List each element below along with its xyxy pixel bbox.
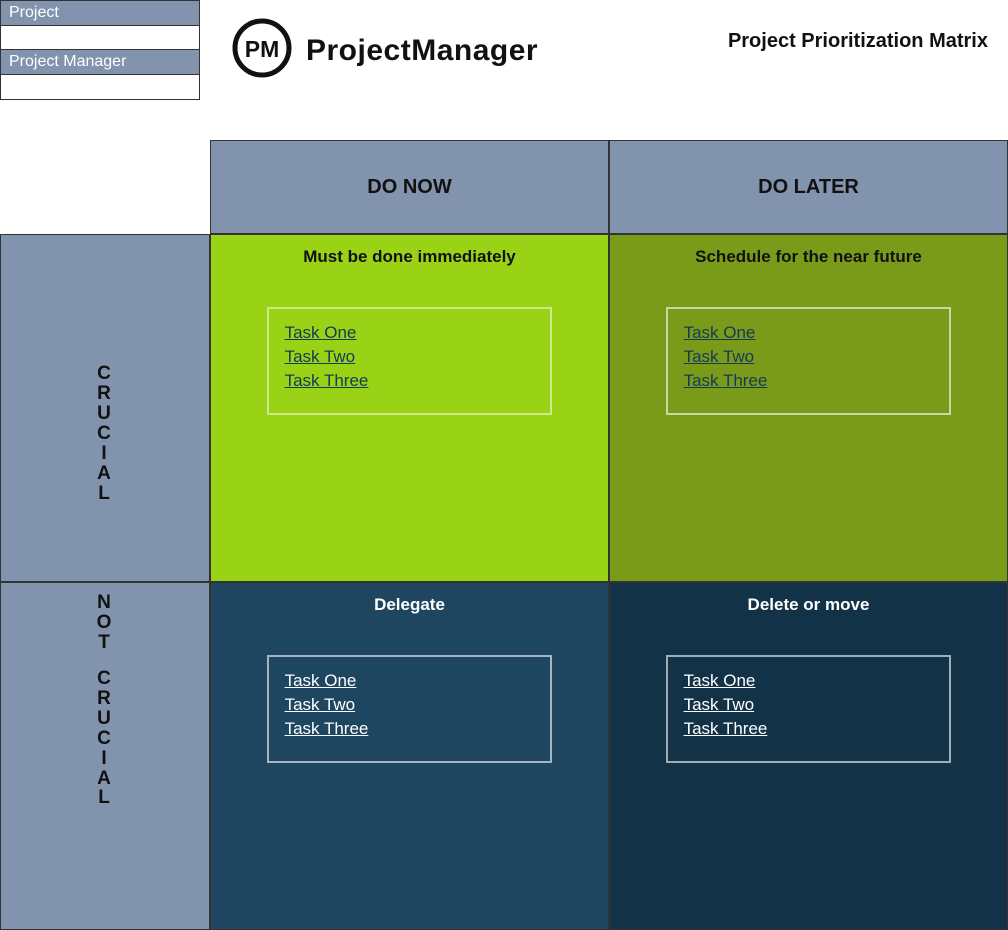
quadrant-do-later-not-crucial: Delete or move Task One Task Two Task Th…	[609, 582, 1008, 930]
column-header-do-later: DO LATER	[609, 140, 1008, 234]
quadrant-do-now-crucial: Must be done immediately Task One Task T…	[210, 234, 609, 582]
task-box: Task One Task Two Task Three	[267, 655, 553, 763]
quadrant-label: Schedule for the near future	[695, 247, 922, 267]
task-link[interactable]: Task One	[285, 671, 535, 691]
task-link[interactable]: Task Three	[684, 371, 934, 391]
brand-logo-icon: PM	[232, 18, 292, 83]
brand-name: ProjectManager	[306, 34, 538, 68]
task-link[interactable]: Task Three	[684, 719, 934, 739]
project-value-field[interactable]	[1, 26, 199, 50]
row-header-crucial: CRUCIAL	[0, 234, 210, 582]
task-link[interactable]: Task One	[684, 323, 934, 343]
task-link[interactable]: Task Three	[285, 719, 535, 739]
manager-value-field[interactable]	[1, 75, 199, 99]
task-box: Task One Task Two Task Three	[666, 307, 952, 415]
task-box: Task One Task Two Task Three	[267, 307, 553, 415]
quadrant-label: Must be done immediately	[303, 247, 516, 267]
task-link[interactable]: Task One	[285, 323, 535, 343]
task-link[interactable]: Task Two	[285, 347, 535, 367]
task-box: Task One Task Two Task Three	[666, 655, 952, 763]
column-header-do-now: DO NOW	[210, 140, 609, 234]
task-link[interactable]: Task Two	[684, 347, 934, 367]
info-box: Project Project Manager	[0, 0, 200, 100]
manager-label: Project Manager	[1, 50, 199, 75]
task-link[interactable]: Task One	[684, 671, 934, 691]
brand: PM ProjectManager	[232, 18, 538, 83]
quadrant-do-later-crucial: Schedule for the near future Task One Ta…	[609, 234, 1008, 582]
row-header-not-crucial: NOT CRUCIAL	[0, 582, 210, 930]
project-label: Project	[1, 1, 199, 26]
page-title: Project Prioritization Matrix	[728, 30, 988, 53]
quadrant-label: Delegate	[374, 595, 445, 615]
task-link[interactable]: Task Two	[285, 695, 535, 715]
quadrant-do-now-not-crucial: Delegate Task One Task Two Task Three	[210, 582, 609, 930]
quadrant-label: Delete or move	[748, 595, 870, 615]
task-link[interactable]: Task Three	[285, 371, 535, 391]
task-link[interactable]: Task Two	[684, 695, 934, 715]
blank-corner	[0, 140, 210, 234]
svg-text:PM: PM	[245, 36, 280, 62]
prioritization-matrix: DO NOW DO LATER CRUCIAL Must be done imm…	[0, 140, 1008, 930]
